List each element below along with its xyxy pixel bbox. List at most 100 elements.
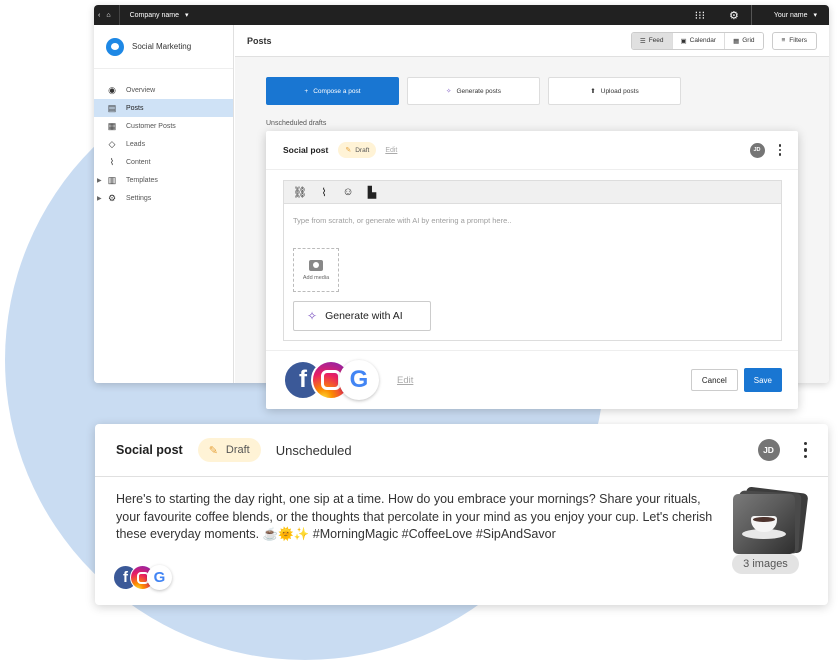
home-icon[interactable]: ⌂ xyxy=(106,12,110,19)
sidebar-item-label: Posts xyxy=(126,104,144,112)
status-label: Draft xyxy=(225,444,250,456)
avatar[interactable]: JD xyxy=(749,142,765,158)
post-title: Social post xyxy=(116,443,183,457)
upload-label: Upload posts xyxy=(600,87,639,95)
compass-icon: ◉ xyxy=(108,84,116,95)
post-channels: f G xyxy=(113,565,172,590)
sidebar-item-leads[interactable]: ◇ Leads xyxy=(94,135,233,153)
sidebar-item-label: Settings xyxy=(126,194,152,202)
save-button[interactable]: Save xyxy=(743,368,782,392)
link-icon[interactable]: ⛓ xyxy=(293,186,307,199)
compose-post-button[interactable]: + Compose a post xyxy=(266,77,399,105)
diamond-icon: ◇ xyxy=(108,138,116,149)
avatar[interactable]: JD xyxy=(757,439,780,461)
edit-channels-link[interactable]: Edit xyxy=(397,375,413,386)
composer-footer: f G Edit Cancel Save xyxy=(266,350,798,409)
filters-label: Filters xyxy=(789,37,807,44)
cancel-button[interactable]: Cancel xyxy=(690,369,738,391)
gear-icon[interactable]: ⚙ xyxy=(717,5,751,25)
chevron-down-icon: ▾ xyxy=(813,12,817,19)
lightbulb-icon: ✧ xyxy=(446,88,452,95)
filters-button[interactable]: ≡ Filters xyxy=(771,31,817,50)
sidebar-nav: ◉ Overview ▤ Posts ▦ Customer Posts ◇ Le… xyxy=(94,69,233,207)
page-title: Posts xyxy=(247,35,272,46)
sidebar-item-templates[interactable]: ▶ ▥ Templates xyxy=(94,171,233,189)
section-label: Unscheduled drafts xyxy=(266,120,327,127)
editor-toolbar: ⛓ ⌇ ☺ ▙ xyxy=(284,181,781,204)
gear-icon: ⚙ xyxy=(107,192,117,203)
sidebar-item-label: Leads xyxy=(126,140,146,148)
composer-header: Social post ✎ Draft Edit JD xyxy=(266,131,798,170)
post-header: Social post ✎ Draft Unscheduled JD xyxy=(95,424,828,477)
grid-icon: ▦ xyxy=(733,37,740,45)
view-feed-button[interactable]: ☰ Feed xyxy=(631,32,673,49)
rss-icon: ⌇ xyxy=(109,156,115,167)
user-name: Your name xyxy=(773,11,808,19)
post-text-input[interactable]: Type from scratch, or generate with AI b… xyxy=(293,216,511,225)
emoji-icon[interactable]: ☺ xyxy=(341,186,355,198)
status-label: Draft xyxy=(355,146,370,154)
more-options-icon[interactable] xyxy=(803,441,807,459)
draft-icon: ✎ xyxy=(208,444,218,457)
schedule-status: Unscheduled xyxy=(275,442,352,458)
sidebar-item-label: Overview xyxy=(126,86,156,94)
add-media-button[interactable]: Add media xyxy=(293,248,339,292)
expand-icon[interactable]: ▶ xyxy=(97,177,102,184)
top-nav: ‹ ⌂ xyxy=(94,5,120,25)
company-selector[interactable]: Company name ▾ xyxy=(120,11,189,20)
upload-posts-button[interactable]: ⬆ Upload posts xyxy=(548,77,681,105)
post-card: Social post ✎ Draft Unscheduled JD Here'… xyxy=(95,424,828,605)
post-composer: Social post ✎ Draft Edit JD ⛓ ⌇ ☺ ▙ Type… xyxy=(266,131,798,409)
view-calendar-button[interactable]: ▣ Calendar xyxy=(672,32,726,49)
company-name: Company name xyxy=(129,11,179,19)
more-options-icon[interactable] xyxy=(778,144,781,156)
sidebar-item-customer-posts[interactable]: ▦ Customer Posts xyxy=(94,117,233,135)
post-body: Here's to starting the day right, one si… xyxy=(116,492,713,541)
sidebar-item-settings[interactable]: ▶ ⚙ Settings xyxy=(94,189,233,207)
coffee-cup-image xyxy=(733,494,795,554)
back-icon[interactable]: ‹ xyxy=(98,12,100,19)
status-badge: ✎ Draft xyxy=(338,142,377,158)
view-grid-button[interactable]: ▦ Grid xyxy=(725,32,763,49)
sidebar-item-label: Customer Posts xyxy=(126,122,176,130)
generate-ai-label: Generate with AI xyxy=(325,310,403,322)
generate-posts-button[interactable]: ✧ Generate posts xyxy=(407,77,540,105)
edit-link[interactable]: Edit xyxy=(385,147,397,154)
sidebar-item-content[interactable]: ⌇ Content xyxy=(94,153,233,171)
view-label: Calendar xyxy=(689,37,717,44)
sidebar-item-posts[interactable]: ▤ Posts xyxy=(94,99,233,117)
draft-icon: ✎ xyxy=(345,147,352,154)
add-media-label: Add media xyxy=(302,274,330,281)
sidebar-item-overview[interactable]: ◉ Overview xyxy=(94,81,233,99)
sidebar-item-label: Content xyxy=(126,158,151,166)
layout-icon[interactable]: ▙ xyxy=(365,186,379,199)
rss-icon[interactable]: ⌇ xyxy=(317,186,331,199)
post-images[interactable] xyxy=(733,486,809,554)
lightbulb-icon: ✧ xyxy=(307,309,318,323)
generate-label: Generate posts xyxy=(456,87,501,95)
expand-icon[interactable]: ▶ xyxy=(97,195,102,202)
google-icon[interactable]: G xyxy=(339,360,379,400)
calendar-icon: ▣ xyxy=(680,37,687,45)
customer-posts-icon: ▦ xyxy=(107,120,117,131)
generate-with-ai-button[interactable]: ✧ Generate with AI xyxy=(293,301,431,331)
camera-icon xyxy=(309,259,323,271)
apps-grid-icon[interactable]: ⁝⁝⁝ xyxy=(683,5,717,25)
post-editor: ⛓ ⌇ ☺ ▙ Type from scratch, or generate w… xyxy=(283,180,782,341)
view-label: Grid xyxy=(742,37,755,44)
chevron-down-icon: ▾ xyxy=(185,12,189,19)
brand-logo-icon xyxy=(106,37,124,56)
feed-icon: ☰ xyxy=(639,37,646,45)
plus-icon: + xyxy=(304,87,309,95)
view-label: Feed xyxy=(648,37,664,44)
filter-icon: ≡ xyxy=(781,37,786,44)
sidebar: Social Marketing ◉ Overview ▤ Posts ▦ Cu… xyxy=(94,25,234,383)
brand: Social Marketing xyxy=(94,25,233,69)
status-badge: ✎ Draft xyxy=(197,438,261,462)
upload-icon: ⬆ xyxy=(590,88,596,95)
user-menu[interactable]: Your name ▾ xyxy=(750,5,829,25)
chat-icon: ▤ xyxy=(107,102,117,113)
google-icon: G xyxy=(147,565,172,590)
main-header: Posts ☰ Feed ▣ Calendar ▦ Grid ≡ Filters xyxy=(235,25,829,57)
top-bar: ‹ ⌂ Company name ▾ ⁝⁝⁝ ⚙ Your name ▾ xyxy=(94,5,829,25)
